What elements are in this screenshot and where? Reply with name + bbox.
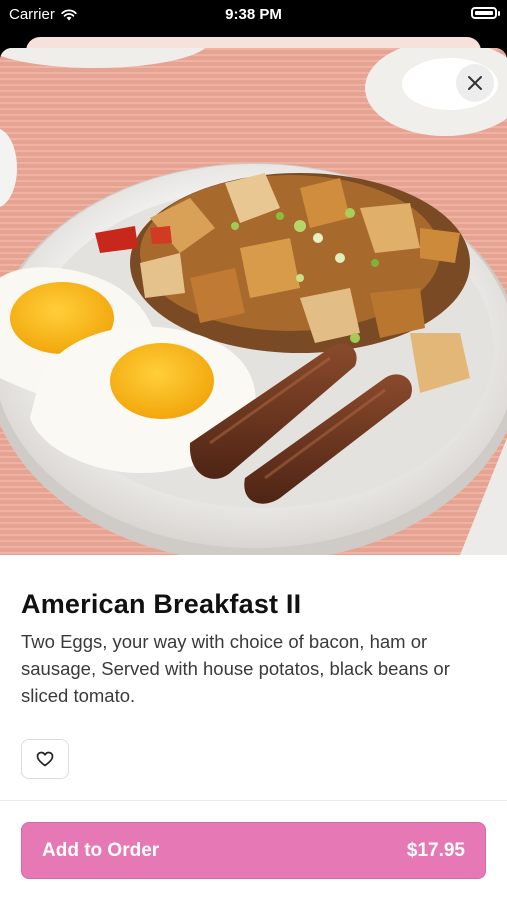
heart-icon — [36, 751, 54, 767]
status-bar: Carrier 9:38 PM — [0, 0, 507, 36]
divider — [0, 800, 507, 801]
close-button[interactable] — [456, 64, 494, 102]
item-photo — [0, 48, 507, 555]
item-detail-sheet: American Breakfast II Two Eggs, your way… — [0, 48, 507, 900]
close-icon — [468, 76, 482, 90]
status-time: 9:38 PM — [225, 6, 282, 23]
item-description: Two Eggs, your way with choice of bacon,… — [21, 631, 450, 706]
favorite-button[interactable] — [21, 739, 69, 779]
battery-icon — [471, 7, 500, 19]
add-to-order-label: Add to Order — [42, 839, 160, 861]
item-price: $17.95 — [406, 839, 465, 861]
add-to-order-button[interactable]: Add to Order $17.95 — [21, 822, 486, 879]
item-title: American Breakfast II — [21, 589, 302, 619]
